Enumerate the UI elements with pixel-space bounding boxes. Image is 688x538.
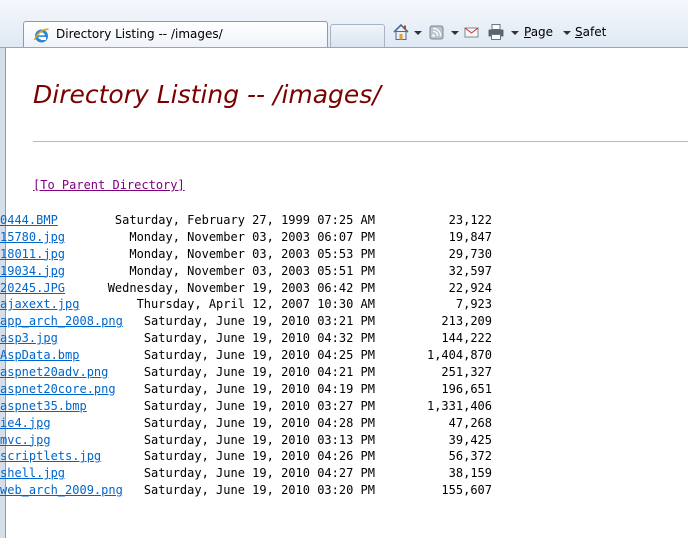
page-title: Directory Listing -- /images/ — [33, 80, 381, 109]
file-row: Wednesday, November 19, 2003 06:42 PM 22,… — [0, 281, 688, 298]
file-date: Thursday, April 12, 2007 10:30 AM — [136, 297, 375, 312]
file-link[interactable]: 20245.JPG — [0, 281, 65, 295]
file-date: Saturday, June 19, 2010 04:21 PM — [143, 365, 375, 380]
file-date: Monday, November 03, 2003 05:53 PM — [129, 246, 375, 261]
file-row: Saturday, June 19, 2010 04:25 PM 1,404,87… — [0, 348, 688, 365]
file-link[interactable]: scriptlets.jpg — [0, 449, 101, 463]
file-row: Monday, November 03, 2003 05:53 PM 29,730… — [0, 247, 688, 264]
tab-title: Directory Listing -- /images/ — [56, 27, 223, 41]
file-size: 47,268 — [448, 415, 492, 430]
file-link[interactable]: aspnet20adv.png — [0, 365, 108, 379]
file-date: Saturday, February 27, 1999 07:25 AM — [114, 213, 375, 227]
file-date: Monday, November 03, 2003 06:07 PM — [129, 229, 375, 244]
file-date: Wednesday, November 19, 2003 06:42 PM — [107, 280, 375, 295]
file-size: 23,122 — [448, 213, 492, 227]
file-link[interactable]: asp3.jpg — [0, 331, 58, 345]
ie-logo-icon — [33, 28, 49, 43]
file-size: 56,372 — [448, 449, 492, 464]
file-size: 38,159 — [448, 466, 492, 481]
file-size: 19,847 — [448, 229, 492, 244]
file-date: Saturday, June 19, 2010 04:25 PM — [143, 348, 375, 363]
new-tab-button[interactable] — [330, 24, 385, 47]
page-menu-label: age — [530, 25, 554, 39]
file-row: Saturday, June 19, 2010 03:20 PM 155,607 w… — [0, 483, 688, 500]
file-size: 1,331,406 — [426, 398, 492, 413]
file-link[interactable]: aspnet35.bmp — [0, 399, 87, 413]
file-size: 196,651 — [441, 381, 492, 396]
file-link[interactable]: web_arch_2009.png — [0, 483, 123, 497]
file-link[interactable]: aspnet20core.png — [0, 382, 116, 396]
feeds-dropdown-icon[interactable] — [451, 31, 459, 35]
file-row: Saturday, June 19, 2010 04:26 PM 56,372 sc… — [0, 449, 688, 466]
printer-icon[interactable] — [486, 21, 506, 43]
safety-menu[interactable]: Safet — [575, 25, 606, 39]
file-size: 39,425 — [448, 432, 492, 447]
read-mail-icon[interactable] — [463, 21, 481, 43]
file-listing: Saturday, February 27, 1999 07:25 AM 23,1… — [0, 213, 688, 500]
file-row: Saturday, June 19, 2010 03:13 PM 39,425 mv… — [0, 433, 688, 450]
file-size: 29,730 — [448, 246, 492, 261]
page-menu-dropdown-icon[interactable] — [563, 31, 571, 35]
browser-tab[interactable]: Directory Listing -- /images/ — [23, 21, 328, 47]
file-date: Saturday, June 19, 2010 04:28 PM — [143, 415, 375, 430]
file-date: Saturday, June 19, 2010 04:32 PM — [143, 331, 375, 346]
horizontal-rule — [33, 141, 688, 142]
rss-feed-icon[interactable] — [428, 21, 446, 43]
file-link[interactable]: ie4.jpg — [0, 416, 51, 430]
file-link[interactable]: shell.jpg — [0, 466, 65, 480]
file-link[interactable]: mvc.jpg — [0, 433, 51, 447]
file-size: 32,597 — [448, 263, 492, 278]
file-date: Saturday, June 19, 2010 03:21 PM — [143, 314, 375, 329]
file-link[interactable]: 15780.jpg — [0, 230, 65, 244]
file-size: 7,923 — [455, 297, 492, 312]
file-date: Saturday, June 19, 2010 04:19 PM — [143, 381, 375, 396]
file-row: Saturday, June 19, 2010 03:27 PM 1,331,40… — [0, 399, 688, 416]
file-row: Saturday, June 19, 2010 04:27 PM 38,159 sh… — [0, 466, 688, 483]
file-row: Saturday, February 27, 1999 07:25 AM 23,1… — [0, 213, 688, 230]
file-row: Thursday, April 12, 2007 10:30 AM 7,923 aj… — [0, 297, 688, 314]
file-date: Saturday, June 19, 2010 03:13 PM — [143, 432, 375, 447]
file-link[interactable]: ajaxext.jpg — [0, 297, 79, 311]
file-row: Saturday, June 19, 2010 04:28 PM 47,268 ie… — [0, 416, 688, 433]
file-size: 1,404,870 — [426, 348, 492, 363]
file-row: Monday, November 03, 2003 06:07 PM 19,847… — [0, 230, 688, 247]
file-size: 155,607 — [441, 483, 492, 498]
file-date: Saturday, June 19, 2010 03:27 PM — [143, 398, 375, 413]
print-dropdown-icon[interactable] — [511, 31, 519, 35]
file-row: Saturday, June 19, 2010 04:19 PM 196,651 a… — [0, 382, 688, 399]
file-link[interactable]: AspData.bmp — [0, 348, 79, 362]
file-date: Monday, November 03, 2003 05:51 PM — [129, 263, 375, 278]
file-date: Saturday, June 19, 2010 04:27 PM — [143, 466, 375, 481]
file-date: Saturday, June 19, 2010 04:26 PM — [143, 449, 375, 464]
file-link[interactable]: 19034.jpg — [0, 264, 65, 278]
safety-menu-label: afet — [582, 25, 607, 39]
page-menu[interactable]: Page — [524, 25, 553, 39]
file-row: Saturday, June 19, 2010 04:32 PM 144,222 a… — [0, 331, 688, 348]
browser-toolbar: Directory Listing -- /images/ Page Safet — [0, 0, 688, 48]
home-icon[interactable] — [391, 21, 411, 43]
file-size: 22,924 — [448, 280, 492, 295]
file-link[interactable]: 18011.jpg — [0, 247, 65, 261]
file-row: Monday, November 03, 2003 05:51 PM 32,597… — [0, 264, 688, 281]
page-menu-accel: P — [524, 25, 531, 39]
toolbar-divider — [0, 47, 688, 48]
file-link[interactable]: 0444.BMP — [0, 213, 58, 227]
file-size: 213,209 — [441, 314, 492, 329]
safety-menu-accel: S — [575, 25, 583, 39]
file-row: Saturday, June 19, 2010 04:21 PM 251,327 a… — [0, 365, 688, 382]
file-date: Saturday, June 19, 2010 03:20 PM — [143, 483, 375, 498]
file-link[interactable]: app_arch_2008.png — [0, 314, 123, 328]
file-size: 251,327 — [441, 365, 492, 380]
file-row: Saturday, June 19, 2010 03:21 PM 213,209 a… — [0, 314, 688, 331]
parent-directory-link[interactable]: [To Parent Directory] — [33, 178, 185, 192]
file-size: 144,222 — [441, 331, 492, 346]
home-dropdown-icon[interactable] — [414, 31, 422, 35]
